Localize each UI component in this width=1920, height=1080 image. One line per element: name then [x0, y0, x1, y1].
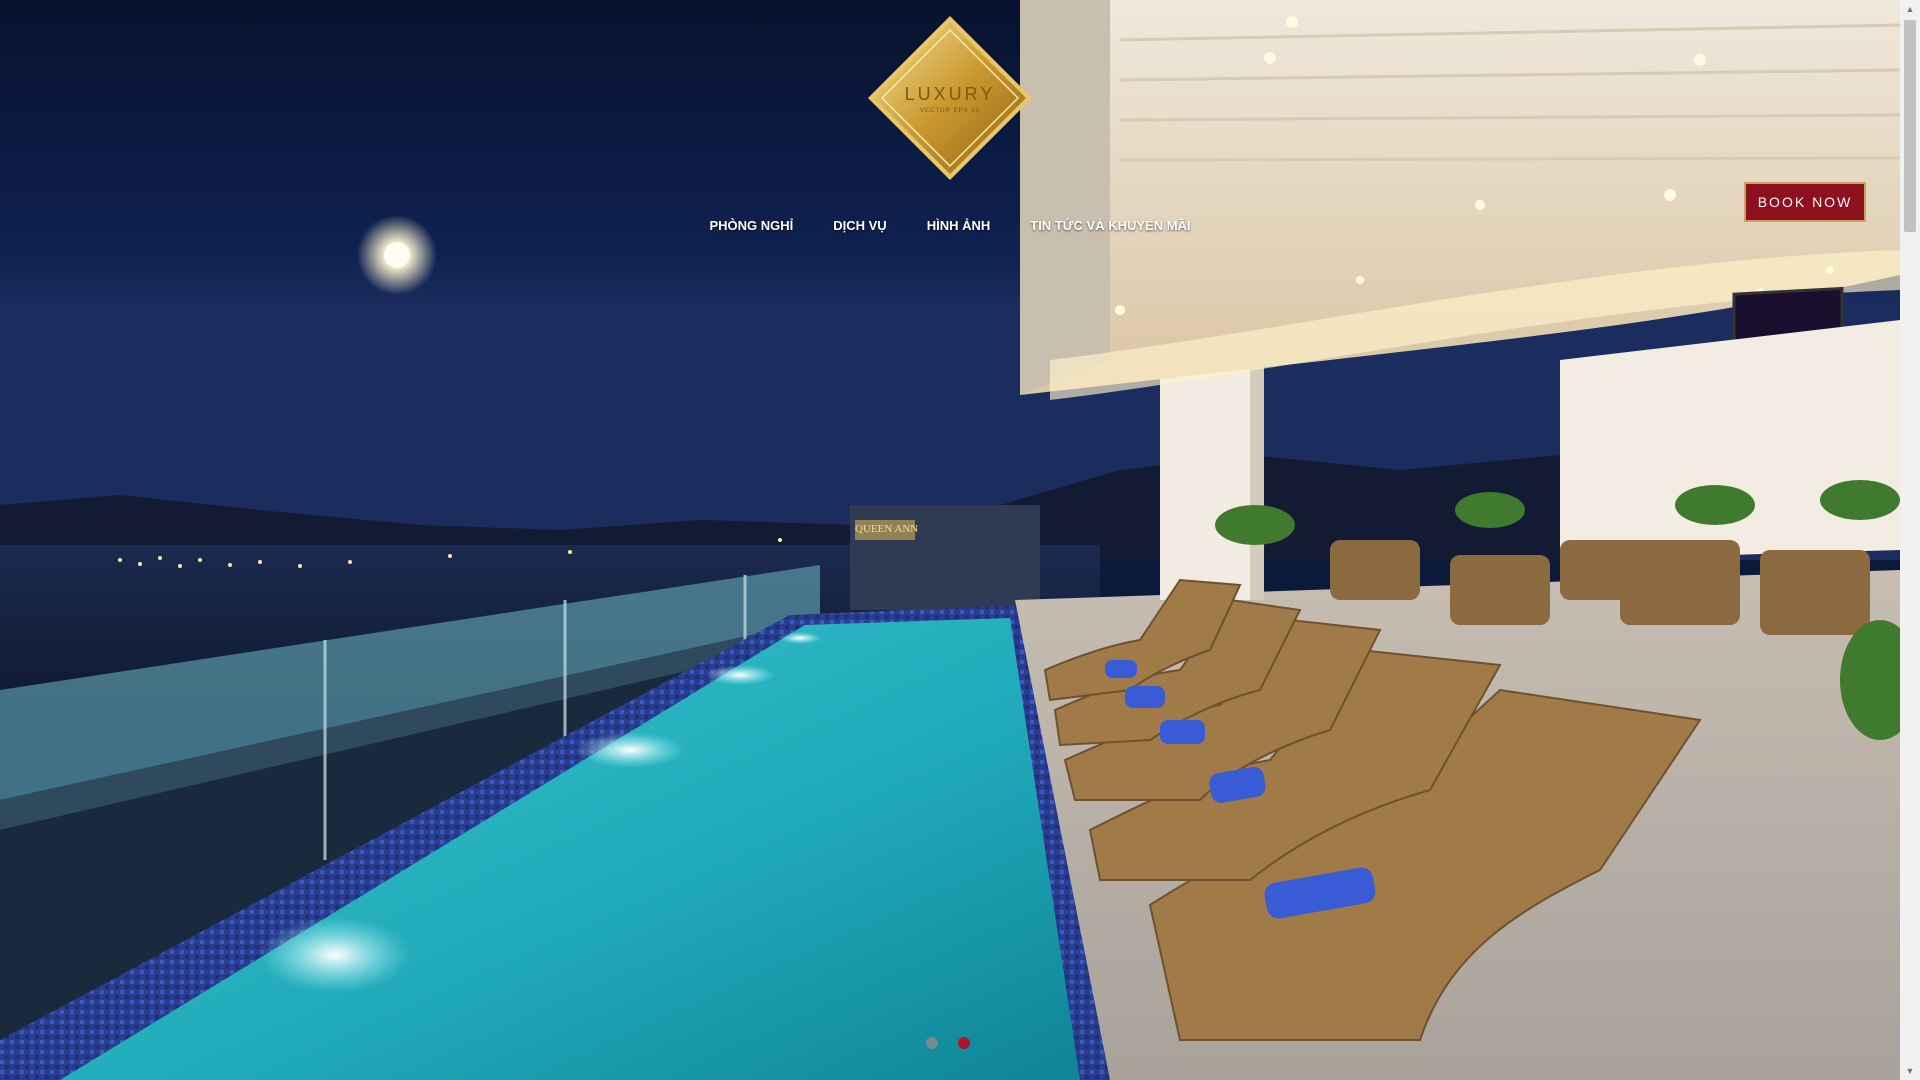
logo-brand-text: LUXURY: [904, 84, 996, 104]
scroll-down-arrow-icon[interactable]: ▼: [1900, 1062, 1920, 1080]
main-nav: PHÒNG NGHỈ DỊCH VỤ HÌNH ẢNH TIN TỨC VÀ K…: [0, 214, 1900, 238]
nav-item-rooms[interactable]: PHÒNG NGHỈ: [709, 214, 793, 238]
scroll-up-arrow-icon[interactable]: ▲: [1900, 0, 1920, 18]
book-now-button[interactable]: BOOK NOW: [1744, 182, 1866, 222]
hotel-logo[interactable]: LUXURY VECTOR EPS 10: [866, 14, 1034, 182]
page-scrollbar[interactable]: ▲ ▼: [1900, 0, 1920, 1080]
slider-pagination: [926, 1037, 970, 1049]
slider-dot-1[interactable]: [926, 1037, 938, 1049]
logo-tagline-text: VECTOR EPS 10: [920, 108, 980, 114]
scroll-thumb[interactable]: [1904, 20, 1916, 232]
slider-dot-2[interactable]: [958, 1037, 970, 1049]
nav-item-services[interactable]: DỊCH VỤ: [833, 214, 886, 238]
queen-ann-sign: QUEEN ANN: [855, 523, 918, 535]
nav-item-gallery[interactable]: HÌNH ẢNH: [927, 214, 991, 238]
nav-item-news-promotions[interactable]: TIN TỨC VÀ KHUYẾN MÃI: [1030, 214, 1190, 238]
